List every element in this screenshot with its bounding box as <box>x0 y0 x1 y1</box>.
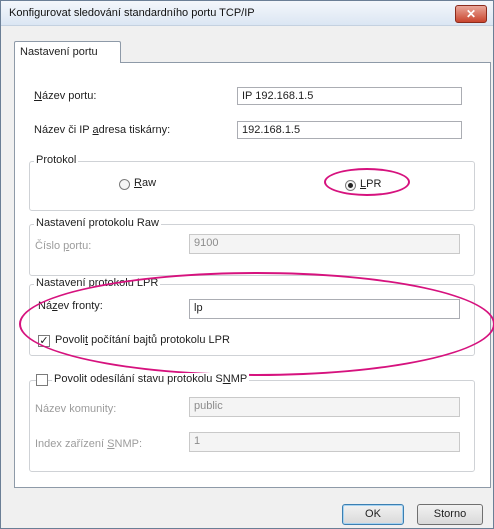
cancel-button[interactable]: Storno <box>417 504 483 525</box>
snmp-enable-checkbox[interactable] <box>36 374 48 386</box>
title-bar: Konfigurovat sledování standardního port… <box>1 1 493 26</box>
port-name-input[interactable]: IP 192.168.1.5 <box>237 87 462 105</box>
byte-count-checkbox[interactable]: ✓ <box>38 335 50 347</box>
community-name-label: Název komunity: <box>35 403 117 415</box>
close-button[interactable]: ✕ <box>455 5 487 23</box>
port-name-label: Název portu: <box>34 90 97 102</box>
tab-port-settings[interactable]: Nastavení portu <box>14 41 121 63</box>
snmp-group <box>29 380 475 472</box>
protocol-group-title: Protokol <box>34 154 79 166</box>
printer-address-label: Název či IP adresa tiskárny: <box>34 124 171 136</box>
raw-port-label: Číslo portu: <box>35 240 92 252</box>
lpr-radio-label: LPR <box>360 178 382 190</box>
raw-radio-label: Raw <box>134 177 157 189</box>
snmp-device-index-input[interactable]: 1 <box>189 432 460 452</box>
tab-panel: Název portu: IP 192.168.1.5 Název či IP … <box>14 62 494 488</box>
printer-address-input[interactable]: 192.168.1.5 <box>237 121 462 139</box>
lpr-radio[interactable] <box>345 180 356 191</box>
protocol-group <box>29 161 475 211</box>
queue-name-input[interactable]: lp <box>189 299 460 319</box>
queue-name-label: Název fronty: <box>38 300 103 312</box>
raw-settings-title: Nastavení protokolu Raw <box>34 217 161 229</box>
dialog-window: Konfigurovat sledování standardního port… <box>0 0 494 529</box>
snmp-device-index-label: Index zařízení SNMP: <box>35 438 142 450</box>
community-name-input[interactable]: public <box>189 397 460 417</box>
close-icon: ✕ <box>465 7 477 21</box>
raw-port-input[interactable]: 9100 <box>189 234 460 254</box>
raw-radio[interactable] <box>119 179 130 190</box>
snmp-enable-label: Povolit odesílání stavu protokolu SNMP <box>52 373 250 385</box>
byte-count-label: Povolit počítání bajtů protokolu LPR <box>55 334 230 346</box>
tab-label: Nastavení portu <box>20 46 98 58</box>
lpr-settings-title: Nastavení protokolu LPR <box>34 277 161 289</box>
ok-button[interactable]: OK <box>342 504 404 525</box>
window-title: Konfigurovat sledování standardního port… <box>9 7 255 19</box>
